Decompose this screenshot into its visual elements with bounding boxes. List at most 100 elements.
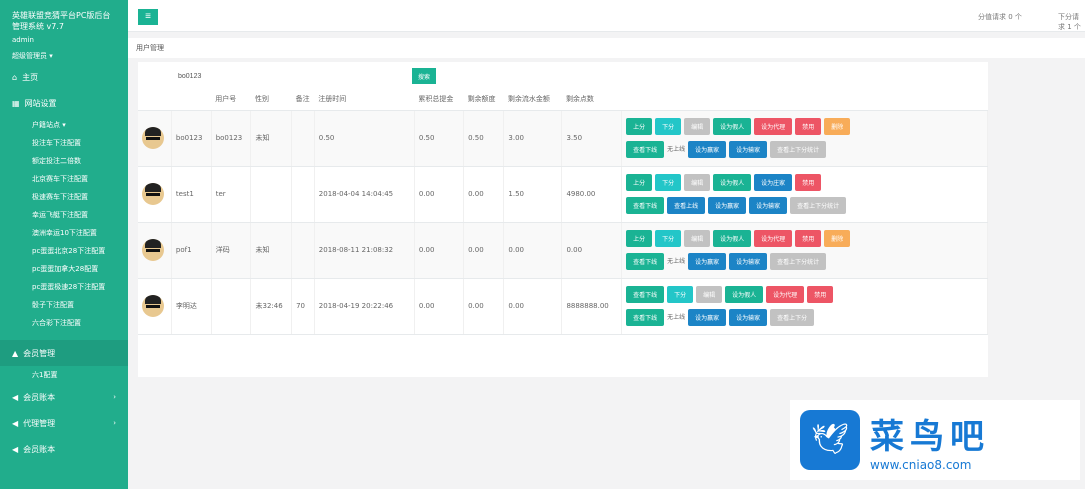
action-button[interactable]: 上分 <box>626 118 653 135</box>
action-button[interactable]: 设为赢家 <box>688 141 727 158</box>
sidebar-subitem[interactable]: pc蛋蛋加拿大28配置 <box>0 260 128 278</box>
action-button[interactable]: 设为输家 <box>729 141 768 158</box>
chevron-icon: › <box>113 419 116 427</box>
sidebar-subitem[interactable]: pc蛋蛋极速28下注配置 <box>0 278 128 296</box>
sidebar-item-member-ledger-2[interactable]: ◀ 会员账本 <box>0 436 128 462</box>
action-button[interactable]: 编辑 <box>684 174 711 191</box>
action-button[interactable]: 设为代理 <box>754 118 793 135</box>
column-header: 剩余流水金额 <box>503 88 562 111</box>
watermark: 🕊 菜鸟吧 www.cniao8.com <box>790 400 1080 480</box>
action-button[interactable]: 查看下线 <box>626 286 665 303</box>
withdraw-requests-link[interactable]: 下分请求 1 个 <box>1058 12 1085 32</box>
cell-sex: 未知 <box>250 222 293 279</box>
action-button[interactable]: 下分 <box>655 174 682 191</box>
cell-points: 0.00 <box>561 222 623 279</box>
cell-reg: 2018-08-11 21:08:32 <box>314 222 415 279</box>
menu-toggle-button[interactable]: ≡ <box>138 9 158 25</box>
actions-cell: 上分 下分 编辑 设为假人 设为代理 禁用 删除查看下线 无上线 设为赢家 设为输家 查看上下分统计 <box>621 222 988 279</box>
action-button[interactable]: 下分 <box>655 118 682 135</box>
action-button[interactable]: 下分 <box>655 230 682 247</box>
action-button[interactable]: 设为假人 <box>725 286 764 303</box>
action-button[interactable]: 设为代理 <box>766 286 805 303</box>
cell-note <box>291 222 315 279</box>
search-button[interactable]: 搜索 <box>412 68 436 84</box>
cell-quota: 0.00 <box>463 278 505 335</box>
action-button[interactable]: 设为赢家 <box>708 197 747 214</box>
action-button[interactable]: 设为赢家 <box>688 309 727 326</box>
action-button[interactable]: 删除 <box>824 118 851 135</box>
cell-total: 0.50 <box>414 110 465 167</box>
action-button[interactable]: 查看下线 <box>626 141 665 158</box>
action-button[interactable]: 编辑 <box>684 118 711 135</box>
cell-note <box>291 110 315 167</box>
sidebar-item-label: 主页 <box>22 72 39 82</box>
action-button[interactable]: 禁用 <box>795 174 822 191</box>
cell-flow: 1.50 <box>503 166 563 223</box>
sidebar-subitem[interactable]: 极速赛车下注配置 <box>0 188 128 206</box>
cell-total: 0.00 <box>414 166 465 223</box>
sidebar-item-members[interactable]: ▲ 会员管理 <box>0 340 128 366</box>
sidebar-subitem[interactable]: 骰子下注配置 <box>0 296 128 314</box>
sidebar-subitem[interactable]: 澳洲幸运10下注配置 <box>0 224 128 242</box>
no-upline-text: 无上线 <box>667 314 686 321</box>
sidebar-item-label: 网站设置 <box>24 98 57 108</box>
no-upline-text: 无上线 <box>667 258 686 265</box>
sidebar-subitem[interactable]: 额定投注二倍数 <box>0 152 128 170</box>
actions-cell: 查看下线 下分 编辑 设为假人 设为代理 禁用 查看下线 无上线 设为赢家 设为输家 查看上下分 <box>621 278 988 335</box>
action-button[interactable]: 查看下线 <box>626 309 665 326</box>
action-button[interactable]: 禁用 <box>795 118 822 135</box>
score-requests-link[interactable]: 分值请求 0 个 <box>978 12 1022 22</box>
sidebar-item-member-ledger[interactable]: ◀ 会员账本 › <box>0 384 128 410</box>
action-button[interactable]: 设为假人 <box>713 118 752 135</box>
action-button[interactable]: 禁用 <box>807 286 834 303</box>
sidebar-subitem[interactable]: 户籍站点 ▾ <box>0 116 128 134</box>
action-button[interactable]: 查看上线 <box>667 197 706 214</box>
action-button[interactable]: 上分 <box>626 230 653 247</box>
action-button[interactable]: 设为庄家 <box>754 174 793 191</box>
action-button[interactable]: 编辑 <box>684 230 711 247</box>
action-button[interactable]: 上分 <box>626 174 653 191</box>
action-button[interactable]: 设为输家 <box>729 309 768 326</box>
cell-quota: 0.00 <box>463 222 505 279</box>
action-button[interactable]: 查看下线 <box>626 253 665 270</box>
action-button[interactable]: 设为假人 <box>713 174 752 191</box>
sidebar-item-agents[interactable]: ◀ 代理管理 › <box>0 410 128 436</box>
action-button[interactable]: 编辑 <box>696 286 723 303</box>
sidebar-item-site-settings[interactable]: ▦ 网站设置 <box>0 90 128 116</box>
column-header: 注册时间 <box>314 88 415 111</box>
cell-sex: 未32:46 <box>250 278 293 335</box>
send-icon: ◀ <box>12 444 19 454</box>
action-button[interactable]: 下分 <box>667 286 694 303</box>
action-button[interactable]: 设为假人 <box>713 230 752 247</box>
search-input[interactable] <box>178 68 408 84</box>
sidebar-subitem[interactable]: 六合彩下注配置 <box>0 314 128 332</box>
avatar-cell <box>138 110 172 167</box>
action-button[interactable]: 查看上下分统计 <box>770 141 827 158</box>
avatar <box>142 183 164 205</box>
action-button[interactable]: 设为代理 <box>754 230 793 247</box>
cell-nick: 李明达 <box>171 278 212 335</box>
cell-nick: test1 <box>171 166 212 223</box>
sidebar-subitem[interactable]: pc蛋蛋北京28下注配置 <box>0 242 128 260</box>
cell-sex <box>250 166 293 223</box>
action-button[interactable]: 查看上下分统计 <box>790 197 847 214</box>
action-button[interactable]: 设为输家 <box>749 197 788 214</box>
action-button[interactable]: 查看下线 <box>626 197 665 214</box>
sidebar-subitem[interactable]: 六1配置 <box>0 366 128 384</box>
sidebar-subitem[interactable]: 北京赛车下注配置 <box>0 170 128 188</box>
action-button[interactable]: 查看上下分 <box>770 309 815 326</box>
sidebar-item-label: 会员管理 <box>23 348 56 358</box>
user-role-dropdown[interactable]: 超级管理员 ▾ <box>0 48 128 64</box>
action-button[interactable]: 设为输家 <box>729 253 768 270</box>
cell-flow: 0.00 <box>503 278 563 335</box>
cell-points: 8888888.00 <box>561 278 623 335</box>
sidebar-subitem[interactable]: 幸运飞艇下注配置 <box>0 206 128 224</box>
action-button[interactable]: 删除 <box>824 230 851 247</box>
user-table: 用户号 性别 备注 注册时间 累积总提金 剩余额度 剩余流水金额 剩余点数 bo0123 bo0… <box>138 88 988 335</box>
action-button[interactable]: 查看上下分统计 <box>770 253 827 270</box>
sidebar-subitem[interactable]: 投注车下注配置 <box>0 134 128 152</box>
cell-points: 3.50 <box>561 110 623 167</box>
action-button[interactable]: 禁用 <box>795 230 822 247</box>
action-button[interactable]: 设为赢家 <box>688 253 727 270</box>
sidebar-item-home[interactable]: ⌂ 主页 <box>0 64 128 90</box>
